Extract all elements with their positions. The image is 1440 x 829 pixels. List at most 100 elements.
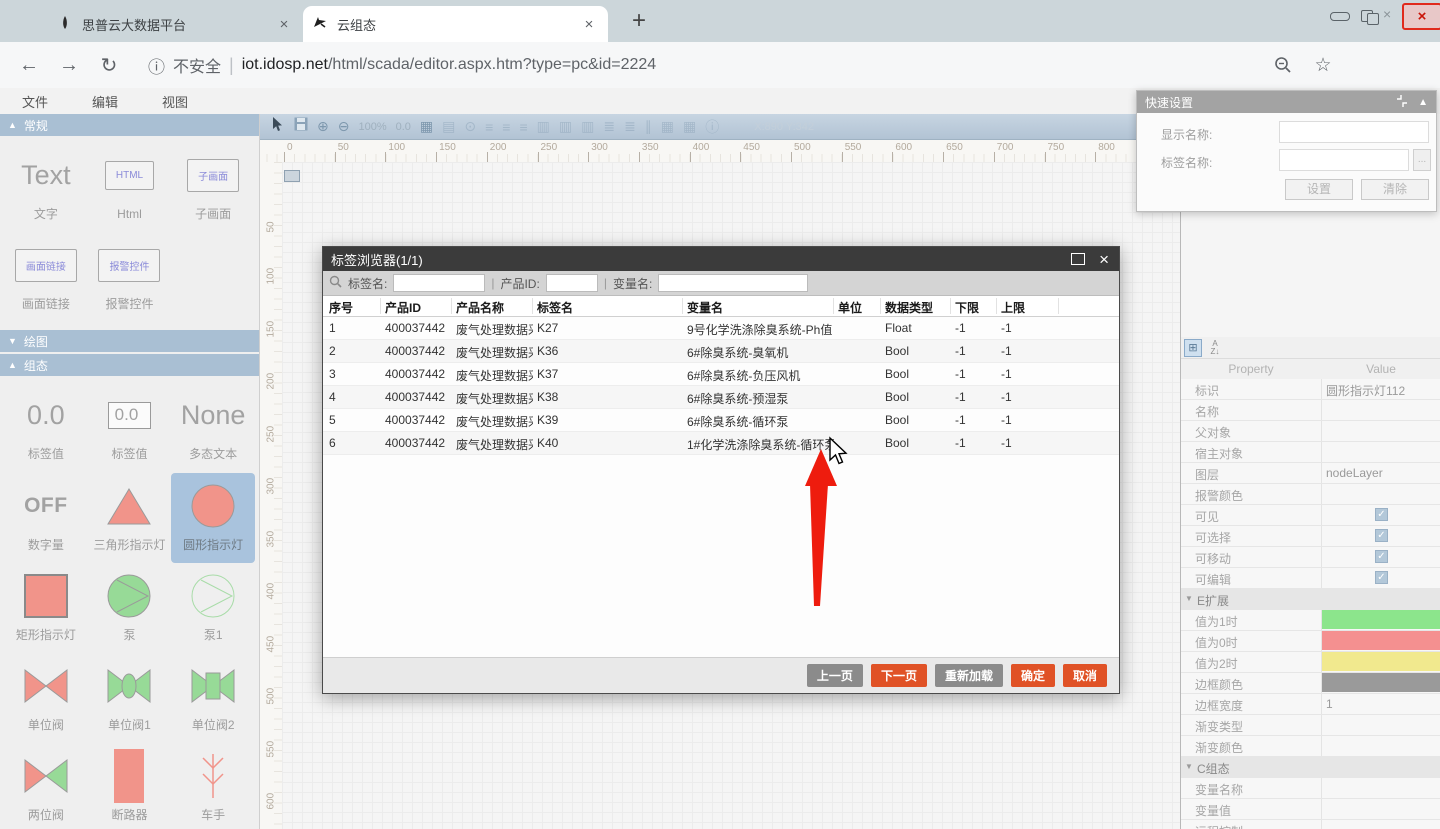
property-row[interactable]: 可编辑✓ bbox=[1181, 568, 1440, 589]
tab-close-icon[interactable]: × bbox=[275, 16, 293, 33]
tag-browse-button[interactable]: ... bbox=[1413, 149, 1431, 171]
column-header[interactable]: 标签名 bbox=[537, 299, 573, 316]
dialog-button-4[interactable]: 取消 bbox=[1063, 664, 1107, 687]
property-row[interactable]: 边框颜色 bbox=[1181, 673, 1440, 694]
zoom-out-icon[interactable]: ⊖ bbox=[338, 118, 350, 135]
property-row[interactable]: 名称 bbox=[1181, 400, 1440, 421]
categorize-icon[interactable]: ⊞ bbox=[1184, 339, 1202, 357]
window-restore-button[interactable] bbox=[1356, 4, 1384, 28]
browser-tab[interactable]: 思普云大数据平台× bbox=[48, 6, 303, 42]
property-value[interactable]: nodeLayer bbox=[1326, 466, 1383, 480]
table-row[interactable]: 4400037442废气处理数据采集K386#除臭系统-预湿泵Bool-1-1 bbox=[323, 386, 1119, 409]
back-button[interactable]: ← bbox=[14, 42, 44, 88]
tag-name-input[interactable] bbox=[1279, 149, 1409, 171]
keypad-icon[interactable]: ▦ bbox=[661, 118, 674, 135]
column-header[interactable]: 数据类型 bbox=[885, 299, 933, 316]
property-row[interactable]: 变量值 bbox=[1181, 799, 1440, 820]
same-width-icon[interactable]: ≣ bbox=[603, 118, 615, 135]
property-checkbox[interactable]: ✓ bbox=[1375, 508, 1388, 521]
property-row[interactable]: 标识圆形指示灯112 bbox=[1181, 379, 1440, 400]
property-row[interactable]: 边框宽度1 bbox=[1181, 694, 1440, 715]
palette-item[interactable]: 0.0标签值 bbox=[88, 382, 172, 472]
column-header[interactable]: 产品名称 bbox=[456, 299, 504, 316]
dialog-maximize-icon[interactable] bbox=[1071, 253, 1085, 265]
palette-item[interactable]: 报警控件报警控件 bbox=[88, 232, 172, 322]
copy-icon[interactable]: ▤ bbox=[442, 118, 455, 135]
property-row[interactable]: 可见✓ bbox=[1181, 505, 1440, 526]
property-group-row[interactable]: ▼E扩展 bbox=[1181, 589, 1440, 610]
property-value[interactable]: 圆形指示灯112 bbox=[1326, 382, 1405, 399]
grid-icon[interactable]: ▦ bbox=[420, 118, 433, 135]
palette-section-0[interactable]: ▲常规 bbox=[0, 114, 259, 136]
pointer-icon[interactable] bbox=[272, 117, 285, 137]
table-row[interactable]: 3400037442废气处理数据采集K376#除臭系统-负压风机Bool-1-1 bbox=[323, 363, 1119, 386]
palette-item[interactable]: 三角形指示灯 bbox=[88, 473, 172, 563]
column-header[interactable]: 上限 bbox=[1001, 299, 1025, 316]
palette-item[interactable]: 矩形指示灯 bbox=[4, 563, 88, 653]
align-right-icon[interactable]: ≡ bbox=[519, 119, 527, 135]
palette-item[interactable]: 断路器 bbox=[88, 743, 172, 829]
menu-item-2[interactable]: 视图 bbox=[140, 92, 210, 111]
window-close-button[interactable]: × bbox=[1383, 6, 1391, 22]
reload-button[interactable]: ↻ bbox=[94, 42, 124, 88]
palette-item[interactable]: 子画面子画面 bbox=[171, 142, 255, 232]
table-row[interactable]: 5400037442废气处理数据采集K396#除臭系统-循环泵Bool-1-1 bbox=[323, 409, 1119, 432]
clear-button[interactable]: 清除 bbox=[1361, 179, 1429, 200]
zoom-out-page-icon[interactable] bbox=[1268, 42, 1298, 88]
window-minimize-button[interactable] bbox=[1326, 4, 1354, 28]
column-header[interactable]: 变量名 bbox=[687, 299, 723, 316]
property-row[interactable]: 值为1时 bbox=[1181, 610, 1440, 631]
sort-az-icon[interactable]: AZ↓ bbox=[1206, 339, 1224, 357]
bookmark-star-icon[interactable]: ☆ bbox=[1308, 42, 1338, 88]
palette-item[interactable]: 车手 bbox=[171, 743, 255, 829]
property-row[interactable]: 值为2时 bbox=[1181, 652, 1440, 673]
property-row[interactable]: 渐变颜色 bbox=[1181, 736, 1440, 757]
zoom-in-icon[interactable]: ⊕ bbox=[317, 118, 329, 135]
new-tab-button[interactable]: + bbox=[625, 8, 653, 36]
dialog-button-0[interactable]: 上一页 bbox=[807, 664, 863, 687]
column-header[interactable]: 下限 bbox=[955, 299, 979, 316]
palette-item[interactable]: 0.0标签值 bbox=[4, 382, 88, 472]
column-header[interactable]: 产品ID bbox=[385, 299, 421, 316]
group-collapse-icon[interactable]: ▼ bbox=[1185, 594, 1193, 603]
palette-item[interactable]: 单位阀1 bbox=[88, 653, 172, 743]
dialog-button-1[interactable]: 下一页 bbox=[871, 664, 927, 687]
table-row[interactable]: 6400037442废气处理数据采集K401#化学洗涤除臭系统-循环泵Bool-… bbox=[323, 432, 1119, 455]
property-row[interactable]: 远程控制 bbox=[1181, 820, 1440, 829]
address-bar[interactable]: ⓘ 不安全 | iot.idosp.net/html/scada/editor.… bbox=[148, 42, 656, 88]
palette-item[interactable]: 泵 bbox=[88, 563, 172, 653]
dialog-button-2[interactable]: 重新加载 bbox=[935, 664, 1003, 687]
property-checkbox[interactable]: ✓ bbox=[1375, 571, 1388, 584]
dialog-title-bar[interactable]: 标签浏览器(1/1) × bbox=[323, 247, 1119, 271]
align-left-icon[interactable]: ≡ bbox=[485, 119, 493, 135]
table-row[interactable]: 2400037442废气处理数据采集K366#除臭系统-臭氧机Bool-1-1 bbox=[323, 340, 1119, 363]
color-swatch[interactable] bbox=[1322, 631, 1440, 650]
palette-item[interactable]: 两位阀 bbox=[4, 743, 88, 829]
search-field-input[interactable] bbox=[546, 274, 598, 292]
menu-item-1[interactable]: 编辑 bbox=[70, 92, 140, 111]
property-row[interactable]: 图层nodeLayer bbox=[1181, 463, 1440, 484]
palette-item[interactable]: Text文字 bbox=[4, 142, 88, 232]
palette-item[interactable]: 单位阀 bbox=[4, 653, 88, 743]
property-row[interactable]: 宿主对象 bbox=[1181, 442, 1440, 463]
dialog-close-icon[interactable]: × bbox=[1099, 251, 1109, 268]
property-value[interactable]: 1 bbox=[1326, 697, 1333, 711]
property-row[interactable]: 渐变类型 bbox=[1181, 715, 1440, 736]
palette-item[interactable]: None多态文本 bbox=[171, 382, 255, 472]
column-header[interactable]: 序号 bbox=[329, 299, 353, 316]
site-info-icon[interactable]: ⓘ bbox=[148, 53, 165, 78]
property-row[interactable]: 可移动✓ bbox=[1181, 547, 1440, 568]
column-header[interactable]: 单位 bbox=[838, 299, 862, 316]
property-row[interactable]: 报警颜色 bbox=[1181, 484, 1440, 505]
search-field-input[interactable] bbox=[393, 274, 485, 292]
property-group-row[interactable]: ▼C组态 bbox=[1181, 757, 1440, 778]
align-bottom-icon[interactable]: ▥ bbox=[581, 118, 594, 135]
dock-icon[interactable] bbox=[1396, 95, 1408, 110]
group-collapse-icon[interactable]: ▼ bbox=[1185, 762, 1193, 771]
save-icon[interactable] bbox=[294, 117, 308, 136]
palette-section-2[interactable]: ▲组态 bbox=[0, 354, 259, 376]
color-swatch[interactable] bbox=[1322, 610, 1440, 629]
palette-section-1[interactable]: ▼绘图 bbox=[0, 330, 259, 352]
tab-close-icon[interactable]: × bbox=[580, 16, 598, 33]
palette-item[interactable]: HTMLHtml bbox=[88, 142, 172, 232]
